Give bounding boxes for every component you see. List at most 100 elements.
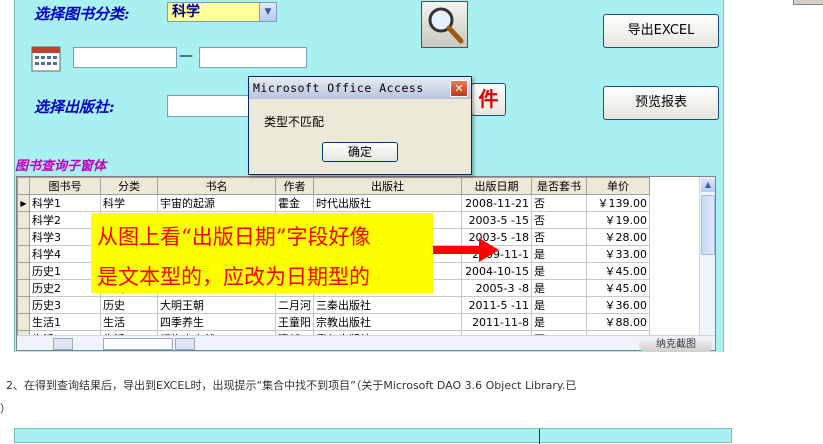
annotation-line-2: 是文本型的，应改为日期型的 (97, 265, 370, 289)
column-header[interactable]: 图书号 (29, 177, 101, 195)
arrow-right-icon (433, 238, 499, 262)
watermark-badge: 纳克截图 (639, 338, 713, 352)
dialog-message: 类型不匹配 (264, 115, 325, 129)
table-cell[interactable]: 时代出版社 (313, 194, 462, 212)
record-navigator[interactable] (17, 335, 715, 350)
dialog-title: Microsoft Office Access (249, 77, 471, 99)
vertical-scrollbar[interactable]: ▲ (699, 177, 715, 335)
table-cell[interactable]: 历史1 (29, 262, 101, 280)
table-cell[interactable]: ￥19.00 (586, 211, 650, 229)
table-cell[interactable]: 是 (531, 262, 587, 280)
calendar-icon[interactable] (31, 44, 62, 73)
record-number-input[interactable] (103, 338, 173, 350)
table-cell[interactable]: 2008-11-21 (461, 194, 532, 212)
table-cell[interactable]: ￥45.00 (586, 262, 650, 280)
row-selector[interactable] (17, 279, 30, 297)
table-cell[interactable]: 历史 (100, 296, 158, 314)
divider (539, 429, 540, 444)
table-cell[interactable]: 大明王朝 (157, 296, 276, 314)
caption-line-1: 2、在得到查询结果后，导出到EXCEL时，出现提示“集合中找不到项目”（关于Mi… (6, 379, 577, 392)
table-cell[interactable]: 2004-10-15 (461, 262, 532, 280)
column-header[interactable]: 书名 (157, 177, 276, 195)
row-selector[interactable] (17, 211, 30, 229)
table-cell[interactable]: 三秦出版社 (313, 296, 462, 314)
table-cell[interactable]: 是 (531, 279, 587, 297)
scroll-up-icon[interactable]: ▲ (701, 178, 715, 192)
table-cell[interactable]: 2005-3 -8 (461, 279, 532, 297)
ok-button[interactable]: 确定 (322, 142, 398, 162)
table-cell[interactable]: 是 (531, 313, 587, 331)
caption-line-2: ） (0, 402, 11, 415)
table-cell[interactable]: 科学1 (29, 194, 101, 212)
table-row[interactable]: 生活1 生活 四季养生 王童阳 宗教出版社 2011-11-8 是 ￥88.00 (17, 313, 650, 331)
table-cell[interactable]: 是 (531, 245, 587, 263)
start-date-input[interactable] (73, 47, 177, 68)
table-row[interactable]: ▶ 科学1 科学 宇宙的起源 霍金 时代出版社 2008-11-21 否 ￥139.00 (17, 194, 650, 212)
nav-next-button[interactable] (175, 338, 195, 350)
table-cell[interactable]: ￥139.00 (586, 194, 650, 212)
table-cell[interactable]: 2011-5 -11 (461, 296, 532, 314)
row-selector[interactable] (17, 245, 30, 263)
table-cell[interactable]: 生活 (100, 313, 158, 331)
row-selector-header (17, 177, 30, 195)
next-screenshot-fragment (14, 428, 732, 444)
window-fragment (793, 0, 823, 5)
column-header[interactable]: 出版日期 (461, 177, 532, 195)
annotation-line-1: 从图上看“出版日期”字段好像 (97, 225, 371, 249)
preview-report-button[interactable]: 预览报表 (603, 86, 719, 120)
table-cell[interactable]: 科学4 (29, 245, 101, 263)
row-selector[interactable] (17, 262, 30, 280)
table-cell[interactable]: 四季养生 (157, 313, 276, 331)
column-header[interactable]: 分类 (100, 177, 158, 195)
search-button[interactable] (421, 1, 468, 48)
table-cell[interactable]: ￥88.00 (586, 313, 650, 331)
table-cell[interactable]: 2011-11-8 (461, 313, 532, 331)
table-cell[interactable]: ￥45.00 (586, 279, 650, 297)
table-cell[interactable]: 王童阳 (275, 313, 314, 331)
table-cell[interactable]: ￥28.00 (586, 228, 650, 246)
end-date-input[interactable] (199, 47, 307, 68)
nav-first-button[interactable] (53, 338, 73, 350)
table-cell[interactable]: ￥33.00 (586, 245, 650, 263)
close-icon[interactable]: ✕ (450, 80, 468, 97)
table-cell[interactable]: 二月河 (275, 296, 314, 314)
table-cell[interactable]: 否 (531, 228, 587, 246)
category-combo[interactable]: 科学 ▼ (167, 2, 277, 22)
table-cell[interactable]: ￥36.00 (586, 296, 650, 314)
table-cell[interactable]: 是 (531, 296, 587, 314)
table-cell[interactable]: 2003-5 -15 (461, 211, 532, 229)
column-header[interactable]: 是否套书 (531, 177, 587, 195)
table-cell[interactable]: 历史3 (29, 296, 101, 314)
table-cell[interactable]: 历史2 (29, 279, 101, 297)
publisher-input[interactable] (167, 95, 249, 117)
table-cell[interactable]: 否 (531, 194, 587, 212)
table-cell[interactable]: 科学 (100, 194, 158, 212)
table-cell[interactable]: 霍金 (275, 194, 314, 212)
row-selector[interactable]: ▶ (17, 194, 30, 212)
table-row[interactable]: 历史3 历史 大明王朝 二月河 三秦出版社 2011-5 -11 是 ￥36.00 (17, 296, 650, 314)
column-header[interactable]: 出版社 (313, 177, 462, 195)
magnifier-icon (428, 7, 464, 44)
scroll-thumb[interactable] (701, 195, 715, 255)
row-selector[interactable] (17, 296, 30, 314)
table-cell[interactable]: 科学3 (29, 228, 101, 246)
row-selector[interactable] (17, 313, 30, 331)
chevron-down-icon[interactable]: ▼ (259, 3, 276, 21)
table-cell[interactable]: 科学2 (29, 211, 101, 229)
table-cell[interactable]: 否 (531, 211, 587, 229)
article-caption: 2、在得到查询结果后，导出到EXCEL时，出现提示“集合中找不到项目”（关于Mi… (0, 377, 823, 416)
category-label: 选择图书分类: (34, 5, 130, 23)
table-header-row: 图书号 分类 书名 作者 出版社 出版日期 是否套书 单价 (17, 177, 650, 195)
date-separator: — (179, 48, 193, 64)
message-dialog: Microsoft Office Access ✕ 类型不匹配 确定 (248, 76, 472, 175)
query-button[interactable]: 件 (471, 83, 506, 116)
publisher-label: 选择出版社: (34, 98, 115, 116)
table-cell[interactable]: 宇宙的起源 (157, 194, 276, 212)
table-cell[interactable]: 生活1 (29, 313, 101, 331)
row-selector[interactable] (17, 228, 30, 246)
column-header[interactable]: 作者 (275, 177, 314, 195)
table-cell[interactable]: 宗教出版社 (313, 313, 462, 331)
annotation-box: 从图上看“出版日期”字段好像 是文本型的，应改为日期型的 (91, 213, 433, 293)
export-excel-button[interactable]: 导出EXCEL (603, 14, 719, 48)
column-header[interactable]: 单价 (586, 177, 650, 195)
